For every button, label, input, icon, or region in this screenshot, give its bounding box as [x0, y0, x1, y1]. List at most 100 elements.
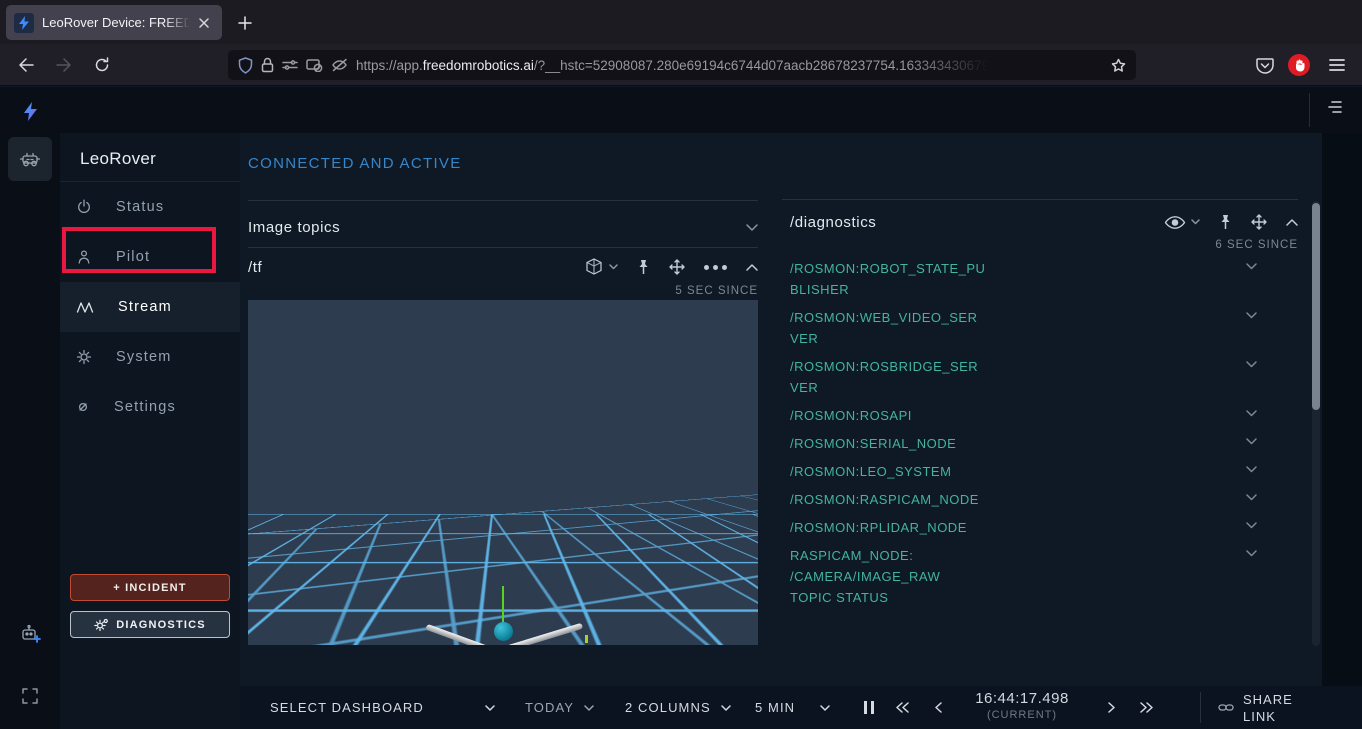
- autoplay-blocked-icon[interactable]: [306, 58, 323, 72]
- pause-button[interactable]: [864, 686, 874, 729]
- select-dashboard-label: SELECT DASHBOARD: [270, 700, 424, 715]
- move-icon[interactable]: [669, 259, 685, 275]
- chevron-down-icon[interactable]: [1246, 522, 1257, 529]
- view-mode-cube-dropdown[interactable]: [584, 257, 618, 277]
- reload-button[interactable]: [88, 51, 116, 79]
- chevron-down-icon[interactable]: [1246, 312, 1257, 319]
- skip-first-button[interactable]: [895, 686, 909, 729]
- browser-tab[interactable]: LeoRover Device: FREED: [6, 5, 222, 40]
- collapse-chevron-up-icon[interactable]: [746, 264, 758, 271]
- more-options-icon[interactable]: [704, 265, 727, 270]
- collapse-chevron-up-icon[interactable]: [1286, 219, 1298, 226]
- bookmark-star-icon[interactable]: [1111, 58, 1126, 73]
- lock-icon[interactable]: [261, 57, 274, 73]
- sidebar-item-stream[interactable]: Stream: [60, 282, 240, 332]
- chevron-down-icon[interactable]: [1246, 466, 1257, 473]
- tab-close-icon[interactable]: [194, 13, 214, 33]
- sidebar-item-system[interactable]: System: [60, 332, 240, 382]
- tab-title: LeoRover Device: FREED: [42, 15, 190, 30]
- chevron-down-icon[interactable]: [746, 224, 758, 231]
- divider: [782, 199, 1298, 200]
- diagnostics-item[interactable]: /ROSMON:RASPICAM_NODE: [790, 489, 1260, 510]
- notifications-filter-icon[interactable]: [1324, 99, 1348, 121]
- chevron-down-icon[interactable]: [1246, 494, 1257, 501]
- skip-last-button[interactable]: [1140, 686, 1154, 729]
- screenshare-blocked-icon[interactable]: [331, 58, 348, 72]
- url-domain: freedomrobotics.ai: [423, 58, 534, 73]
- diagnostics-item[interactable]: /ROSMON:ROSBRIDGE_SERVER: [790, 356, 1260, 398]
- tf-axis-tick: [585, 635, 588, 643]
- gears-icon: [94, 618, 109, 631]
- new-tab-button[interactable]: [232, 10, 258, 36]
- visibility-eye-dropdown[interactable]: [1164, 215, 1200, 230]
- menu-hamburger-icon[interactable]: [1324, 52, 1350, 78]
- diagnostics-item-label: /ROSMON:WEB_VIDEO_SERVER: [790, 307, 986, 349]
- url-bar[interactable]: https://app.freedomrobotics.ai/?__hstc=5…: [228, 50, 1136, 80]
- sidebar-item-status[interactable]: Status: [60, 182, 240, 232]
- chevron-down-icon[interactable]: [1246, 410, 1257, 417]
- diagnostics-item[interactable]: /ROSMON:ROSAPI: [790, 405, 1260, 426]
- pin-icon[interactable]: [1219, 214, 1232, 230]
- stream-wave-icon: [76, 300, 94, 314]
- move-icon[interactable]: [1251, 214, 1267, 230]
- pocket-icon[interactable]: [1252, 52, 1278, 78]
- tracking-shield-icon[interactable]: [238, 57, 253, 74]
- add-robot-icon[interactable]: [0, 612, 60, 656]
- timestamp-mode: (CURRENT): [952, 709, 1092, 721]
- chevron-down-icon[interactable]: [1246, 361, 1257, 368]
- diagnostics-item-label: /ROSMON:ROBOT_STATE_PUBLISHER: [790, 258, 986, 300]
- diagnostics-panel-title: /diagnostics: [790, 214, 876, 231]
- columns-dropdown[interactable]: 2 COLUMNS: [625, 686, 731, 729]
- tf-3d-viewport[interactable]: [248, 300, 758, 645]
- tf-z-axis: [502, 586, 504, 626]
- tf-panel-header: /tf: [248, 248, 758, 286]
- permissions-sliders-icon[interactable]: [282, 59, 298, 71]
- settings-icon: [76, 400, 90, 414]
- sidebar-item-label: System: [116, 349, 172, 365]
- diagnostics-item-label: /ROSMON:SERIAL_NODE: [790, 433, 986, 454]
- diagnostics-item[interactable]: /ROSMON:RPLIDAR_NODE: [790, 517, 1260, 538]
- share-link-button[interactable]: SHARE LINK: [1218, 686, 1299, 729]
- blocker-extension-icon[interactable]: [1286, 52, 1312, 78]
- back-button[interactable]: [12, 51, 40, 79]
- url-text: https://app.freedomrobotics.ai/?__hstc=5…: [356, 58, 1103, 73]
- tf-panel-title: /tf: [248, 259, 262, 276]
- chevron-down-icon[interactable]: [1246, 550, 1257, 557]
- step-back-button[interactable]: [934, 686, 942, 729]
- diagnostics-button-label: DIAGNOSTICS: [116, 619, 206, 631]
- interval-label: 5 MIN: [755, 700, 795, 715]
- app-logo-bolt-icon[interactable]: [0, 89, 60, 133]
- device-rover-icon[interactable]: [8, 137, 52, 181]
- diagnostics-button[interactable]: DIAGNOSTICS: [70, 611, 230, 638]
- tf-origin-sphere: [494, 622, 513, 641]
- pin-icon[interactable]: [637, 259, 650, 275]
- diagnostics-panel-toolbar: [1164, 214, 1298, 230]
- url-prefix: https://app.: [356, 58, 423, 73]
- diagnostics-item-label: /ROSMON:LEO_SYSTEM: [790, 461, 986, 482]
- diagnostics-item[interactable]: /ROSMON:ROBOT_STATE_PUBLISHER: [790, 258, 1260, 300]
- interval-dropdown[interactable]: 5 MIN: [755, 686, 830, 729]
- date-range-label: TODAY: [525, 700, 574, 715]
- step-forward-button[interactable]: [1108, 686, 1116, 729]
- chevron-down-icon[interactable]: [1246, 263, 1257, 270]
- date-range-dropdown[interactable]: TODAY: [525, 686, 594, 729]
- diagnostics-item-label: /ROSMON:RASPICAM_NODE: [790, 489, 986, 510]
- scrollbar-thumb[interactable]: [1312, 203, 1320, 410]
- select-dashboard-dropdown[interactable]: SELECT DASHBOARD: [270, 686, 495, 729]
- incident-button[interactable]: + INCIDENT: [70, 574, 230, 601]
- image-topics-dropdown[interactable]: Image topics: [248, 207, 758, 247]
- image-topics-label: Image topics: [248, 219, 340, 236]
- chevron-down-icon[interactable]: [1246, 438, 1257, 445]
- sidebar-item-label: Status: [116, 199, 164, 215]
- dashboard-bottom-bar: SELECT DASHBOARD TODAY 2 COLUMNS 5 MIN: [240, 686, 1362, 729]
- diagnostics-item[interactable]: /ROSMON:LEO_SYSTEM: [790, 461, 1260, 482]
- fullscreen-icon[interactable]: [0, 674, 60, 718]
- diagnostics-item-label: /ROSMON:RPLIDAR_NODE: [790, 517, 986, 538]
- sidebar-item-settings[interactable]: Settings: [60, 382, 240, 432]
- diagnostics-item[interactable]: /ROSMON:WEB_VIDEO_SERVER: [790, 307, 1260, 349]
- app-rail: [0, 87, 60, 729]
- diagnostics-item[interactable]: /ROSMON:SERIAL_NODE: [790, 433, 1260, 454]
- diagnostics-item[interactable]: RASPICAM_NODE: /CAMERA/IMAGE_RAW TOPIC S…: [790, 545, 1260, 608]
- forward-button[interactable]: [50, 51, 78, 79]
- bottom-bar-divider: [1200, 692, 1201, 723]
